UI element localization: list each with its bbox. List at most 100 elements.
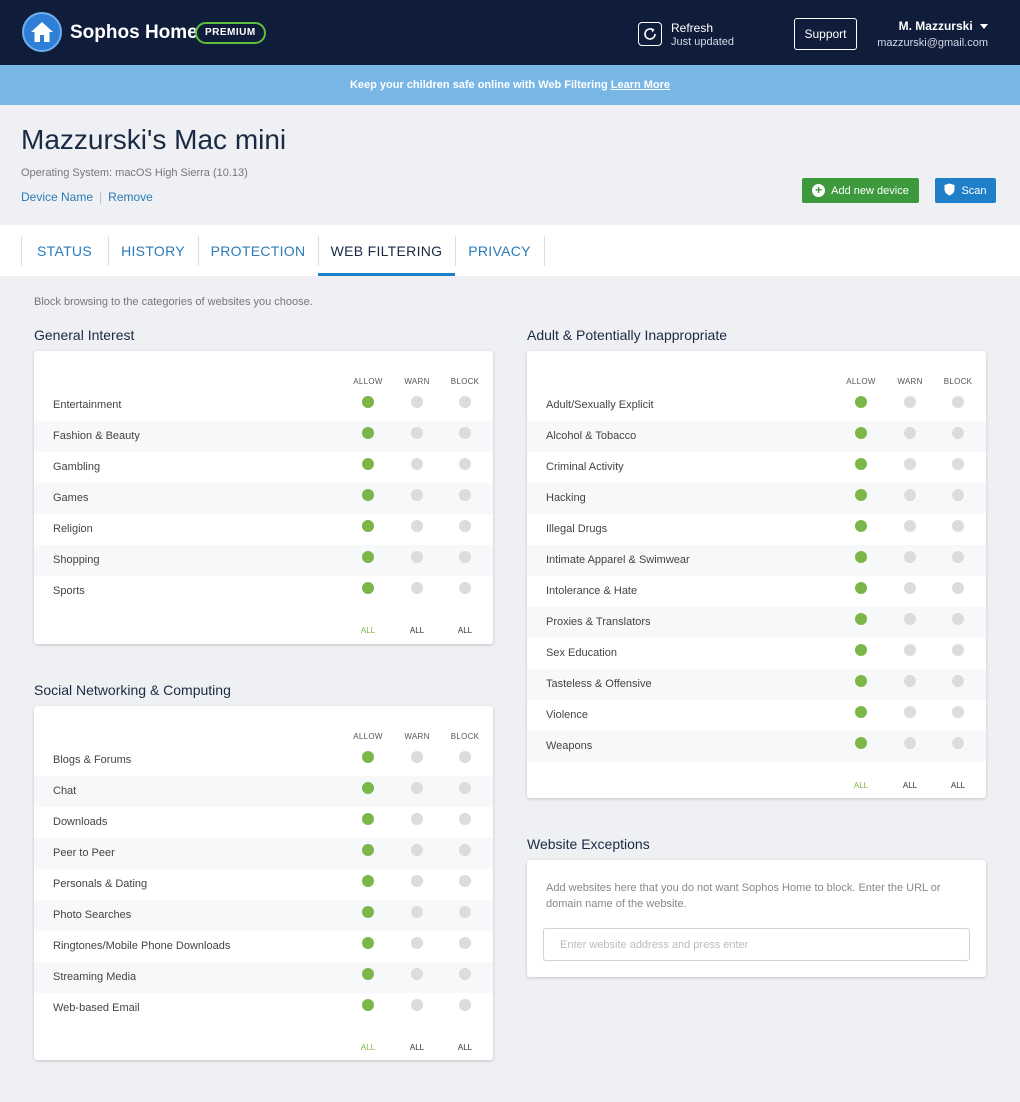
warn-radio[interactable] — [411, 582, 423, 594]
warn-radio[interactable] — [904, 427, 916, 439]
home-logo-icon[interactable] — [22, 12, 62, 52]
select-all-allow[interactable]: ALL — [343, 1043, 393, 1052]
warn-radio[interactable] — [411, 937, 423, 949]
select-all-warn[interactable]: ALL — [885, 781, 935, 790]
block-radio[interactable] — [459, 813, 471, 825]
block-radio[interactable] — [459, 582, 471, 594]
warn-radio[interactable] — [411, 489, 423, 501]
warn-radio[interactable] — [904, 644, 916, 656]
block-radio[interactable] — [459, 458, 471, 470]
allow-radio[interactable] — [362, 458, 374, 470]
select-all-warn[interactable]: ALL — [392, 1043, 442, 1052]
warn-radio[interactable] — [411, 396, 423, 408]
block-radio[interactable] — [459, 968, 471, 980]
allow-radio[interactable] — [362, 875, 374, 887]
warn-radio[interactable] — [411, 906, 423, 918]
device-name-link[interactable]: Device Name — [21, 190, 93, 204]
warn-radio[interactable] — [411, 782, 423, 794]
allow-radio[interactable] — [362, 427, 374, 439]
allow-radio[interactable] — [362, 582, 374, 594]
block-radio[interactable] — [459, 396, 471, 408]
select-all-warn[interactable]: ALL — [392, 626, 442, 635]
select-all-block[interactable]: ALL — [440, 626, 490, 635]
allow-radio[interactable] — [855, 644, 867, 656]
warn-radio[interactable] — [411, 458, 423, 470]
select-all-allow[interactable]: ALL — [343, 626, 393, 635]
warn-radio[interactable] — [411, 968, 423, 980]
block-radio[interactable] — [952, 613, 964, 625]
allow-radio[interactable] — [362, 396, 374, 408]
warn-radio[interactable] — [904, 737, 916, 749]
allow-radio[interactable] — [362, 968, 374, 980]
allow-radio[interactable] — [362, 999, 374, 1011]
warn-radio[interactable] — [411, 427, 423, 439]
block-radio[interactable] — [952, 582, 964, 594]
block-radio[interactable] — [459, 875, 471, 887]
block-radio[interactable] — [459, 782, 471, 794]
allow-radio[interactable] — [855, 613, 867, 625]
block-radio[interactable] — [952, 458, 964, 470]
allow-radio[interactable] — [855, 427, 867, 439]
allow-radio[interactable] — [362, 844, 374, 856]
allow-radio[interactable] — [855, 396, 867, 408]
block-radio[interactable] — [459, 520, 471, 532]
warn-radio[interactable] — [411, 751, 423, 763]
block-radio[interactable] — [459, 551, 471, 563]
tab-web-filtering[interactable]: WEB FILTERING — [318, 237, 455, 276]
block-radio[interactable] — [459, 751, 471, 763]
block-radio[interactable] — [952, 520, 964, 532]
block-radio[interactable] — [459, 937, 471, 949]
website-exception-input[interactable] — [543, 928, 970, 961]
block-radio[interactable] — [952, 737, 964, 749]
allow-radio[interactable] — [362, 551, 374, 563]
warn-radio[interactable] — [411, 844, 423, 856]
block-radio[interactable] — [952, 551, 964, 563]
warn-radio[interactable] — [904, 551, 916, 563]
warn-radio[interactable] — [904, 396, 916, 408]
allow-radio[interactable] — [362, 489, 374, 501]
warn-radio[interactable] — [904, 613, 916, 625]
warn-radio[interactable] — [411, 875, 423, 887]
allow-radio[interactable] — [855, 706, 867, 718]
scan-button[interactable]: Scan — [935, 178, 996, 203]
block-radio[interactable] — [459, 489, 471, 501]
block-radio[interactable] — [952, 396, 964, 408]
warn-radio[interactable] — [411, 551, 423, 563]
select-all-block[interactable]: ALL — [933, 781, 983, 790]
block-radio[interactable] — [459, 844, 471, 856]
warn-radio[interactable] — [411, 520, 423, 532]
allow-radio[interactable] — [362, 906, 374, 918]
warn-radio[interactable] — [904, 458, 916, 470]
user-menu[interactable]: M. Mazzurski — [899, 19, 988, 33]
allow-radio[interactable] — [855, 737, 867, 749]
block-radio[interactable] — [459, 906, 471, 918]
support-button[interactable]: Support — [794, 18, 857, 50]
refresh-icon[interactable] — [638, 22, 662, 46]
warn-radio[interactable] — [904, 582, 916, 594]
tab-status[interactable]: STATUS — [21, 237, 108, 276]
remove-link[interactable]: Remove — [108, 190, 153, 204]
block-radio[interactable] — [952, 644, 964, 656]
allow-radio[interactable] — [855, 675, 867, 687]
allow-radio[interactable] — [855, 489, 867, 501]
tab-protection[interactable]: PROTECTION — [198, 237, 318, 276]
warn-radio[interactable] — [411, 999, 423, 1011]
select-all-allow[interactable]: ALL — [836, 781, 886, 790]
select-all-block[interactable]: ALL — [440, 1043, 490, 1052]
warn-radio[interactable] — [411, 813, 423, 825]
allow-radio[interactable] — [362, 520, 374, 532]
allow-radio[interactable] — [362, 751, 374, 763]
warn-radio[interactable] — [904, 489, 916, 501]
warn-radio[interactable] — [904, 675, 916, 687]
block-radio[interactable] — [459, 427, 471, 439]
allow-radio[interactable] — [855, 551, 867, 563]
warn-radio[interactable] — [904, 520, 916, 532]
allow-radio[interactable] — [855, 520, 867, 532]
allow-radio[interactable] — [855, 582, 867, 594]
block-radio[interactable] — [952, 675, 964, 687]
block-radio[interactable] — [952, 489, 964, 501]
tab-privacy[interactable]: PRIVACY — [455, 237, 544, 276]
allow-radio[interactable] — [855, 458, 867, 470]
allow-radio[interactable] — [362, 782, 374, 794]
allow-radio[interactable] — [362, 813, 374, 825]
